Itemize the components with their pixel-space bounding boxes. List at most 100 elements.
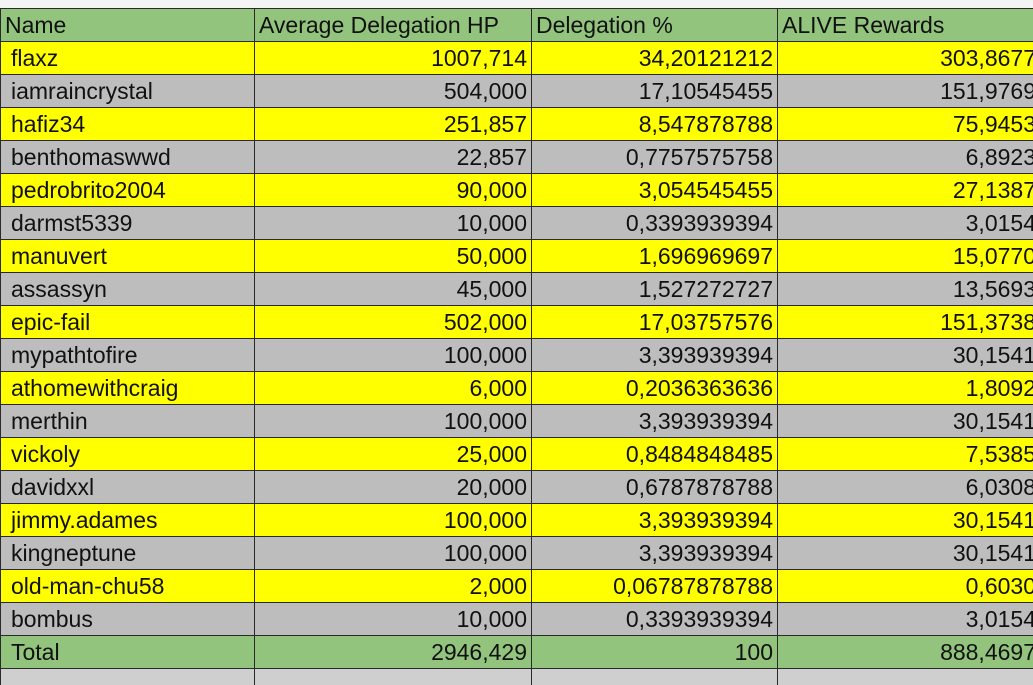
cell-average-delegation-hp[interactable]: 50,000 xyxy=(254,239,532,273)
cell-alive-rewards[interactable]: 30,1541 xyxy=(777,404,1033,438)
cell-average-delegation-hp[interactable]: 6,000 xyxy=(254,371,532,405)
header-name[interactable]: Name xyxy=(0,8,255,42)
cell-delegation-percent[interactable]: 3,393939394 xyxy=(531,338,778,372)
cell-name[interactable]: manuvert xyxy=(0,239,255,273)
cell-name[interactable]: jimmy.adames xyxy=(0,503,255,537)
cell-alive-rewards[interactable]: 303,8677 xyxy=(777,41,1033,75)
cell-delegation-percent[interactable]: 8,547878788 xyxy=(531,107,778,141)
cell-alive-rewards[interactable]: 6,0308 xyxy=(777,470,1033,504)
total-cell-average-delegation-hp[interactable]: 2946,429 xyxy=(254,635,532,669)
header-alive-rewards[interactable]: ALIVE Rewards xyxy=(777,8,1033,42)
cell-delegation-percent[interactable]: 17,03757576 xyxy=(531,305,778,339)
table-row: manuvert 50,000 1,696969697 15,0770 xyxy=(0,239,1033,273)
cell-alive-rewards[interactable]: 30,1541 xyxy=(777,503,1033,537)
cell-delegation-percent[interactable]: 0,3393939394 xyxy=(531,602,778,636)
cell-alive-rewards[interactable]: 3,0154 xyxy=(777,602,1033,636)
cell-delegation-percent[interactable]: 0,6787878788 xyxy=(531,470,778,504)
cell-name[interactable]: iamraincrystal xyxy=(0,74,255,108)
cell-alive-rewards[interactable]: 30,1541 xyxy=(777,536,1033,570)
cell-average-delegation-hp[interactable]: 100,000 xyxy=(254,338,532,372)
table-row: davidxxl 20,000 0,6787878788 6,0308 xyxy=(0,470,1033,504)
cell-average-delegation-hp[interactable]: 25,000 xyxy=(254,437,532,471)
empty-cell[interactable] xyxy=(531,668,778,685)
table-row: epic-fail 502,000 17,03757576 151,3738 xyxy=(0,305,1033,339)
cell-name[interactable]: flaxz xyxy=(0,41,255,75)
cell-alive-rewards[interactable]: 15,0770 xyxy=(777,239,1033,273)
cell-name[interactable]: merthin xyxy=(0,404,255,438)
cell-average-delegation-hp[interactable]: 251,857 xyxy=(254,107,532,141)
cell-average-delegation-hp[interactable]: 22,857 xyxy=(254,140,532,174)
table-row: assassyn 45,000 1,527272727 13,5693 xyxy=(0,272,1033,306)
table-row: flaxz 1007,714 34,20121212 303,8677 xyxy=(0,41,1033,75)
table-row: merthin 100,000 3,393939394 30,1541 xyxy=(0,404,1033,438)
header-delegation-percent[interactable]: Delegation % xyxy=(531,8,778,42)
table-row: benthomaswwd 22,857 0,7757575758 6,8923 xyxy=(0,140,1033,174)
cell-delegation-percent[interactable]: 0,3393939394 xyxy=(531,206,778,240)
cell-alive-rewards[interactable]: 75,9453 xyxy=(777,107,1033,141)
cell-average-delegation-hp[interactable]: 45,000 xyxy=(254,272,532,306)
cell-average-delegation-hp[interactable]: 100,000 xyxy=(254,503,532,537)
cell-name[interactable]: kingneptune xyxy=(0,536,255,570)
cell-average-delegation-hp[interactable]: 1007,714 xyxy=(254,41,532,75)
cell-delegation-percent[interactable]: 1,696969697 xyxy=(531,239,778,273)
cell-average-delegation-hp[interactable]: 100,000 xyxy=(254,404,532,438)
cell-alive-rewards[interactable]: 3,0154 xyxy=(777,206,1033,240)
empty-row xyxy=(0,668,1033,685)
cell-name[interactable]: athomewithcraig xyxy=(0,371,255,405)
cell-delegation-percent[interactable]: 0,2036363636 xyxy=(531,371,778,405)
total-cell-delegation-percent[interactable]: 100 xyxy=(531,635,778,669)
cell-name[interactable]: vickoly xyxy=(0,437,255,471)
delegation-rewards-table: Name Average Delegation HP Delegation % … xyxy=(0,8,1033,685)
table-row: vickoly 25,000 0,8484848485 7,5385 xyxy=(0,437,1033,471)
empty-cell[interactable] xyxy=(777,668,1033,685)
cell-name[interactable]: mypathtofire xyxy=(0,338,255,372)
empty-cell[interactable] xyxy=(254,668,532,685)
table-row: iamraincrystal 504,000 17,10545455 151,9769 xyxy=(0,74,1033,108)
empty-cell[interactable] xyxy=(0,668,255,685)
cell-alive-rewards[interactable]: 7,5385 xyxy=(777,437,1033,471)
cell-name[interactable]: bombus xyxy=(0,602,255,636)
header-average-delegation-hp[interactable]: Average Delegation HP xyxy=(254,8,532,42)
total-cell-name[interactable]: Total xyxy=(0,635,255,669)
cell-delegation-percent[interactable]: 3,393939394 xyxy=(531,536,778,570)
cell-name[interactable]: davidxxl xyxy=(0,470,255,504)
cell-name[interactable]: darmst5339 xyxy=(0,206,255,240)
cell-alive-rewards[interactable]: 13,5693 xyxy=(777,272,1033,306)
cell-delegation-percent[interactable]: 17,10545455 xyxy=(531,74,778,108)
cell-name[interactable]: benthomaswwd xyxy=(0,140,255,174)
cell-alive-rewards[interactable]: 6,8923 xyxy=(777,140,1033,174)
cell-average-delegation-hp[interactable]: 90,000 xyxy=(254,173,532,207)
cell-alive-rewards[interactable]: 1,8092 xyxy=(777,371,1033,405)
cell-delegation-percent[interactable]: 3,393939394 xyxy=(531,503,778,537)
cell-name[interactable]: epic-fail xyxy=(0,305,255,339)
cell-delegation-percent[interactable]: 3,393939394 xyxy=(531,404,778,438)
cell-average-delegation-hp[interactable]: 20,000 xyxy=(254,470,532,504)
cell-name[interactable]: pedrobrito2004 xyxy=(0,173,255,207)
cell-delegation-percent[interactable]: 0,8484848485 xyxy=(531,437,778,471)
cell-name[interactable]: hafiz34 xyxy=(0,107,255,141)
cell-average-delegation-hp[interactable]: 502,000 xyxy=(254,305,532,339)
table-row: pedrobrito2004 90,000 3,054545455 27,1387 xyxy=(0,173,1033,207)
cell-alive-rewards[interactable]: 27,1387 xyxy=(777,173,1033,207)
cell-average-delegation-hp[interactable]: 100,000 xyxy=(254,536,532,570)
cell-average-delegation-hp[interactable]: 10,000 xyxy=(254,602,532,636)
cell-delegation-percent[interactable]: 1,527272727 xyxy=(531,272,778,306)
cell-average-delegation-hp[interactable]: 504,000 xyxy=(254,74,532,108)
cell-name[interactable]: assassyn xyxy=(0,272,255,306)
cell-alive-rewards[interactable]: 0,6030 xyxy=(777,569,1033,603)
cell-average-delegation-hp[interactable]: 2,000 xyxy=(254,569,532,603)
cell-average-delegation-hp[interactable]: 10,000 xyxy=(254,206,532,240)
table-row: hafiz34 251,857 8,547878788 75,9453 xyxy=(0,107,1033,141)
cell-delegation-percent[interactable]: 3,054545455 xyxy=(531,173,778,207)
cell-alive-rewards[interactable]: 151,3738 xyxy=(777,305,1033,339)
cell-delegation-percent[interactable]: 0,7757575758 xyxy=(531,140,778,174)
table-row: mypathtofire 100,000 3,393939394 30,1541 xyxy=(0,338,1033,372)
total-cell-alive-rewards[interactable]: 888,4697 xyxy=(777,635,1033,669)
cell-delegation-percent[interactable]: 0,06787878788 xyxy=(531,569,778,603)
header-row: Name Average Delegation HP Delegation % … xyxy=(0,8,1033,42)
cell-alive-rewards[interactable]: 30,1541 xyxy=(777,338,1033,372)
cell-delegation-percent[interactable]: 34,20121212 xyxy=(531,41,778,75)
spreadsheet: Name Average Delegation HP Delegation % … xyxy=(0,0,1033,685)
cell-name[interactable]: old-man-chu58 xyxy=(0,569,255,603)
cell-alive-rewards[interactable]: 151,9769 xyxy=(777,74,1033,108)
